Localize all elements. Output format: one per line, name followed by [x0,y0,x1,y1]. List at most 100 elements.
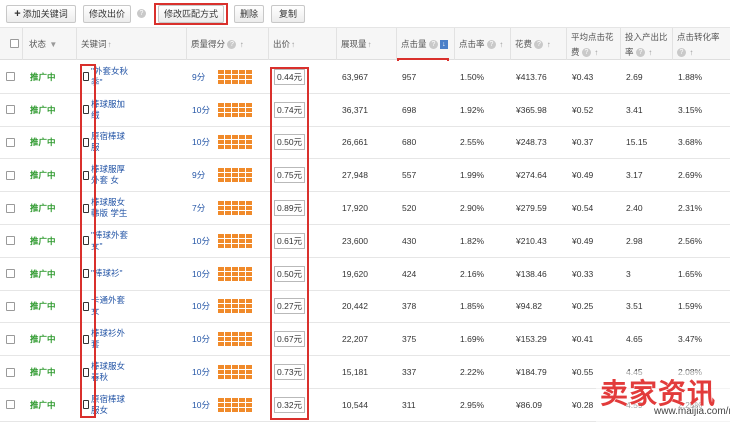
value-cost: ¥279.59 [516,203,547,214]
table-row[interactable]: 推广中 "棒球衫" 10分 0.50元 19,620 424 2.16% ¥138.46 ¥0.… [0,257,730,291]
table-row[interactable]: 推广中 棒球衫外套 10分 0.67元 22,207 375 1.69% ¥153.29 ¥0.… [0,323,730,357]
status-text[interactable]: 推广中 [30,268,56,280]
col-status[interactable]: 状态 ▼ [22,28,76,60]
value-impr: 10,544 [342,399,368,410]
help-icon[interactable]: ? [635,48,645,58]
col-quality[interactable]: 质量得分 ? ↑ [186,28,268,60]
row-checkbox[interactable] [6,367,15,377]
status-text[interactable]: 推广中 [30,399,56,411]
quality-block [246,407,252,412]
row-checkbox[interactable] [6,334,15,344]
help-icon[interactable]: ? [486,40,496,50]
quality-score[interactable]: 10分 [192,268,218,280]
table-row[interactable]: 推广中 原宿棒球服 10分 0.50元 26,661 680 2.55% ¥248.73 ¥0.… [0,126,730,160]
add-keyword-button[interactable]: + 添加关键词 [6,5,76,23]
status-text[interactable]: 推广中 [30,136,56,148]
table-row[interactable]: 推广中 卡通外套女 10分 0.27元 20,442 378 1.85% ¥94.82 ¥0.2… [0,290,730,324]
keyword-link[interactable]: 棒球服加绒 [91,99,145,121]
keyword-link[interactable]: "棒球外套 女" [91,230,145,252]
quality-block [232,201,238,206]
quality-score[interactable]: 9分 [192,71,218,83]
status-text[interactable]: 推广中 [30,300,56,312]
cell-chk [0,225,22,257]
row-checkbox[interactable] [6,301,15,311]
keyword-line-2: 女" [91,240,103,251]
status-text[interactable]: 推广中 [30,235,56,247]
col-clicks[interactable]: 点击量 ? ↓ [396,28,454,60]
table-row[interactable]: 推广中 "外套女秋 季" 9分 0.44元 63,967 957 1.50% ¥413.76 ¥0… [0,61,730,94]
copy-button[interactable]: 复制 [271,5,305,23]
keyword-link[interactable]: 棒球服女 韩版 学生 [91,197,145,219]
col-conversion[interactable]: 点击转化率 ? ↑ [672,28,730,60]
cell-status: 推广中 [22,389,76,421]
status-text[interactable]: 推广中 [30,333,56,345]
keyword-link[interactable]: 棒球衫外套 [91,328,145,350]
modify-bid-button[interactable]: 修改出价 [83,5,131,23]
col-cost[interactable]: 花费 ? ↑ [510,28,566,60]
col-bid[interactable]: 出价↑ [268,28,336,60]
help-icon[interactable]: ? [137,9,146,18]
row-checkbox[interactable] [6,236,15,246]
help-icon[interactable]: ? [534,40,544,50]
keyword-link[interactable]: 棒球服女 春秋 [91,361,145,383]
quality-block [232,337,238,342]
value-clicks: 375 [402,334,417,345]
row-checkbox[interactable] [6,137,15,147]
col-quality-label: 质量得分 [191,39,226,49]
help-icon[interactable]: ? [428,40,438,50]
quality-score[interactable]: 7分 [192,202,218,214]
table-row[interactable]: 推广中 "棒球外套 女" 10分 0.61元 23,600 430 1.82% ¥210.43 ¥… [0,225,730,258]
keyword-link[interactable]: 原宿棒球服 [91,131,145,153]
row-checkbox[interactable] [6,170,15,180]
table-row[interactable]: 推广中 棒球服女 韩版 学生 7分 0.89元 17,920 520 2.90% ¥279.59… [0,192,730,225]
col-conversion-label: 点击转化率 [677,32,720,42]
quality-score[interactable]: 10分 [192,399,218,411]
quality-score[interactable]: 10分 [192,136,218,148]
quality-score[interactable]: 10分 [192,104,218,116]
keyword-link[interactable]: "棒球衫" [91,268,145,279]
quality-score[interactable]: 9分 [192,169,218,181]
cell-impr: 15,181 [336,356,396,388]
keyword-link[interactable]: 卡通外套女 [91,295,145,317]
col-keyword[interactable]: 关键词↑ [76,28,186,60]
table-row[interactable]: 推广中 棒球服加绒 10分 0.74元 36,371 698 1.92% ¥365.98 ¥0.… [0,93,730,127]
cell-cpc: ¥0.49 [566,159,620,191]
keyword-link[interactable]: 原宿棒球 服女 [91,394,145,416]
quality-block [232,173,238,178]
help-icon[interactable]: ? [581,48,591,58]
row-checkbox[interactable] [6,203,15,213]
cell-ctr: 2.22% [454,356,510,388]
status-text[interactable]: 推广中 [30,366,56,378]
status-text[interactable]: 推广中 [30,169,56,181]
value-cost: ¥210.43 [516,235,547,246]
status-text[interactable]: 推广中 [30,104,56,116]
keyword-link[interactable]: 棒球服厚 外套 女 [91,164,145,186]
col-roi[interactable]: 投入产出比 率 ? ↑ [620,28,672,60]
quality-block [225,332,231,337]
help-icon[interactable]: ? [677,48,686,58]
value-cpc: ¥0.55 [572,367,594,378]
quality-score[interactable]: 10分 [192,333,218,345]
value-roi: 3.41 [626,104,643,115]
cell-cost: ¥153.29 [510,323,566,355]
row-checkbox[interactable] [6,72,15,82]
quality-score[interactable]: 10分 [192,235,218,247]
row-checkbox[interactable] [6,400,15,410]
cell-chk [0,356,22,388]
quality-block [225,299,231,304]
status-text[interactable]: 推广中 [30,71,56,83]
col-impressions[interactable]: 展现量↑ [336,28,396,60]
quality-score[interactable]: 10分 [192,300,218,312]
cell-roi: 2.69 [620,61,672,93]
col-ctr[interactable]: 点击率 ? ↑ [454,28,510,60]
select-all-checkbox[interactable] [10,39,19,48]
col-avg-cpc[interactable]: 平均点击花 费 ? ↑ [566,28,620,60]
table-row[interactable]: 推广中 棒球服厚 外套 女 9分 0.75元 27,948 557 1.99% ¥274.64 ¥… [0,159,730,193]
help-icon[interactable]: ? [227,40,237,50]
quality-score[interactable]: 10分 [192,366,218,378]
status-text[interactable]: 推广中 [30,202,56,214]
keyword-link[interactable]: "外套女秋 季" [91,66,145,88]
row-checkbox[interactable] [6,105,15,115]
delete-button[interactable]: 删除 [234,5,264,23]
row-checkbox[interactable] [6,269,15,279]
